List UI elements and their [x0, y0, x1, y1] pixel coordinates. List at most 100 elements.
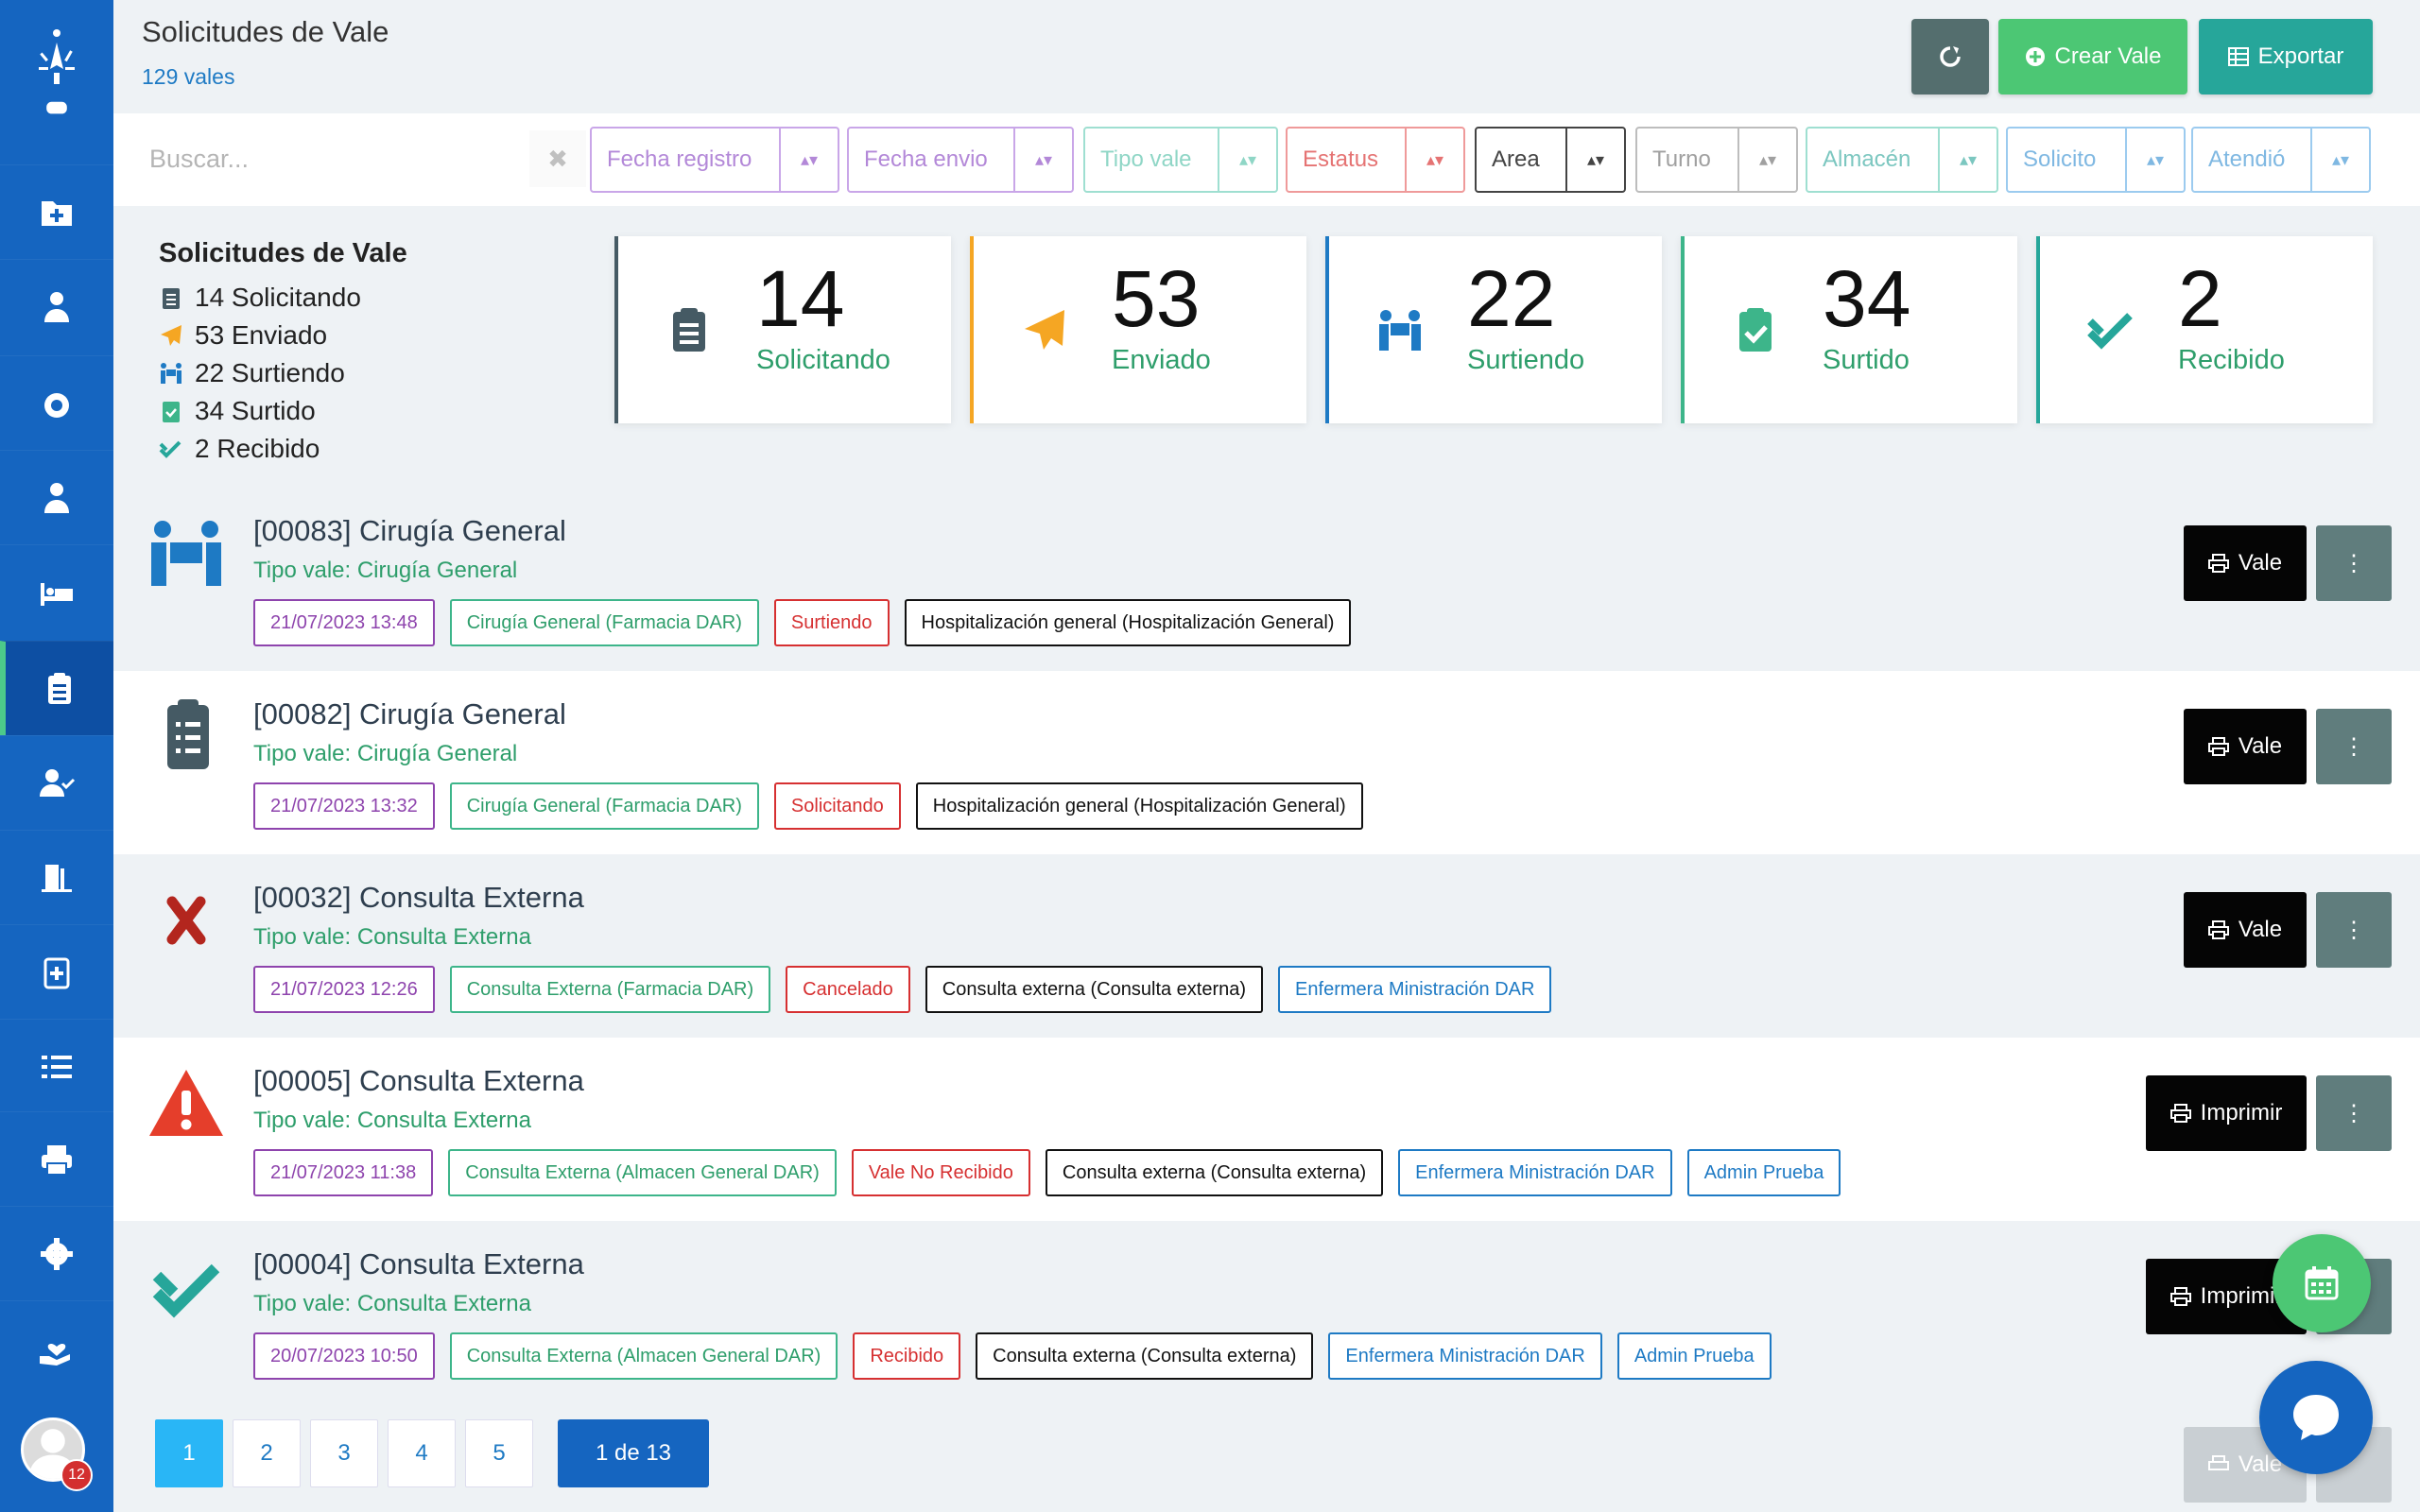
ellipsis-vertical-icon: ⋮ — [2342, 917, 2365, 943]
export-button[interactable]: Exportar — [2199, 19, 2373, 94]
filter-almacen[interactable]: Almacén ▴▾ — [1806, 127, 1998, 193]
clear-search-icon[interactable]: ✖ — [529, 130, 586, 187]
printer-icon — [2207, 920, 2229, 939]
sidebar-item-nurse[interactable] — [0, 450, 113, 544]
request-type: Tipo vale: Cirugía General — [253, 558, 518, 583]
date-tag: 21/07/2023 13:32 — [253, 782, 435, 830]
people-carry-icon — [151, 521, 221, 586]
stat-label: Surtiendo — [1467, 345, 1585, 375]
request-type: Tipo vale: Cirugía General — [253, 741, 518, 766]
sidebar-item-medkit[interactable] — [0, 924, 113, 1019]
sidebar-item-requests[interactable] — [0, 641, 113, 735]
search-input[interactable]: Buscar... — [149, 130, 518, 187]
print-vale-button[interactable]: Vale — [2184, 525, 2307, 601]
page-button-1[interactable]: 1 — [155, 1419, 223, 1487]
filter-turno[interactable]: Turno ▴▾ — [1635, 127, 1798, 193]
create-vale-button[interactable]: Crear Vale — [1998, 19, 2187, 94]
print-vale-button[interactable]: Vale — [2184, 709, 2307, 784]
stat-card-surtido[interactable]: 34 Surtido — [1681, 236, 2017, 423]
filter-label: Turno — [1652, 146, 1711, 172]
sidebar-item-add-folder[interactable] — [0, 164, 113, 259]
more-options-button[interactable]: ⋮ — [2316, 892, 2392, 968]
sidebar: 12 — [0, 0, 113, 1512]
door-open-icon — [42, 864, 72, 892]
request-row[interactable]: [00032] Consulta Externa Tipo vale: Cons… — [113, 854, 2420, 1038]
page-indicator[interactable]: 1 de 13 — [558, 1419, 709, 1487]
sidebar-item-care[interactable] — [0, 1300, 113, 1395]
bed-icon — [41, 582, 73, 606]
sidebar-item-partial[interactable] — [0, 94, 113, 123]
summary-item-recibido: 2 Recibido — [159, 430, 407, 468]
printer-icon — [2169, 1287, 2191, 1306]
sidebar-item-settings[interactable] — [0, 1206, 113, 1300]
request-type: Tipo vale: Consulta Externa — [253, 1108, 531, 1133]
clipboard-check-icon — [163, 402, 180, 422]
filter-tipo-vale[interactable]: Tipo vale ▴▾ — [1083, 127, 1278, 193]
stat-value: 2 — [2178, 254, 2222, 343]
summary-item-label: 53 Enviado — [195, 320, 328, 350]
status-tag: Vale No Recibido — [851, 1149, 1030, 1196]
request-title[interactable]: [00004] Consulta Externa — [253, 1247, 584, 1281]
area-tag: Consulta externa (Consulta externa) — [925, 966, 1264, 1013]
filter-solicito[interactable]: Solicito ▴▾ — [2006, 127, 2186, 193]
request-title[interactable]: [00082] Cirugía General — [253, 697, 566, 731]
more-options-button[interactable]: ⋮ — [2316, 1075, 2392, 1151]
filter-fecha-envio[interactable]: Fecha envio ▴▾ — [847, 127, 1074, 193]
sidebar-item-doctor[interactable] — [0, 259, 113, 353]
stat-card-recibido[interactable]: 2 Recibido — [2036, 236, 2373, 423]
request-title[interactable]: [00083] Cirugía General — [253, 514, 566, 548]
page-button-3[interactable]: 3 — [310, 1419, 378, 1487]
print-button[interactable]: Imprimir — [2146, 1075, 2307, 1151]
page-button-2[interactable]: 2 — [233, 1419, 301, 1487]
sidebar-item-door[interactable] — [0, 830, 113, 924]
more-options-button[interactable]: ⋮ — [2316, 709, 2392, 784]
more-options-button[interactable]: ⋮ — [2316, 525, 2392, 601]
filter-area[interactable]: Area ▴▾ — [1475, 127, 1626, 193]
calendar-fab[interactable] — [2273, 1234, 2371, 1332]
page-button-5[interactable]: 5 — [465, 1419, 533, 1487]
ellipsis-vertical-icon: ⋮ — [2342, 550, 2365, 576]
total-count-link[interactable]: 129 vales — [142, 64, 234, 90]
request-title[interactable]: [00005] Consulta Externa — [253, 1064, 584, 1098]
stat-card-enviado[interactable]: 53 Enviado — [970, 236, 1306, 423]
page-button-4[interactable]: 4 — [388, 1419, 456, 1487]
print-label: Imprimir — [2200, 1283, 2283, 1309]
stat-card-solicitando[interactable]: 14 Solicitando — [614, 236, 951, 423]
warning-triangle-icon — [149, 1070, 223, 1136]
filter-fecha-registro[interactable]: Fecha registro ▴▾ — [590, 127, 839, 193]
printer-icon — [2169, 1104, 2191, 1123]
summary-item-surtiendo: 22 Surtiendo — [159, 354, 407, 392]
tasks-list-icon — [42, 1055, 72, 1078]
summary-item-solicitando: 14 Solicitando — [159, 279, 407, 317]
sidebar-item-stethoscope[interactable] — [0, 355, 113, 450]
sidebar-item-user-check[interactable] — [0, 735, 113, 830]
refresh-button[interactable] — [1911, 19, 1989, 94]
double-check-icon — [152, 1263, 220, 1318]
filter-bar: Buscar... ✖ Fecha registro ▴▾ Fecha envi… — [113, 113, 2420, 206]
filter-label: Almacén — [1823, 146, 1911, 172]
request-row[interactable]: [00083] Cirugía General Tipo vale: Cirug… — [113, 488, 2420, 671]
chat-fab[interactable] — [2259, 1361, 2373, 1474]
user-doctor-icon — [44, 291, 69, 322]
chat-bubble-icon — [2293, 1395, 2339, 1440]
sidebar-item-bed[interactable] — [0, 544, 113, 639]
filter-estatus[interactable]: Estatus ▴▾ — [1286, 127, 1465, 193]
stat-label: Solicitando — [756, 345, 890, 375]
request-row[interactable]: [00004] Consulta Externa Tipo vale: Cons… — [113, 1221, 2420, 1404]
attendant-tag: Admin Prueba — [1616, 1332, 1772, 1380]
warehouse-tag: Consulta Externa (Almacen General DAR) — [449, 1332, 838, 1380]
sidebar-item-print[interactable] — [0, 1111, 113, 1206]
filter-label: Solicito — [2023, 146, 2097, 172]
filter-atendio[interactable]: Atendió ▴▾ — [2191, 127, 2371, 193]
request-row[interactable]: [00082] Cirugía General Tipo vale: Cirug… — [113, 671, 2420, 854]
date-tag: 20/07/2023 10:50 — [253, 1332, 435, 1380]
date-tag: 21/07/2023 12:26 — [253, 966, 435, 1013]
summary-panel: Solicitudes de Vale 14 Solicitando 53 En… — [159, 238, 407, 468]
hand-holding-heart-icon — [40, 1343, 70, 1366]
sidebar-item-tasks[interactable] — [0, 1019, 113, 1113]
request-title[interactable]: [00032] Consulta Externa — [253, 881, 584, 915]
sort-arrows-icon: ▴▾ — [1938, 129, 1996, 191]
stat-card-surtiendo[interactable]: 22 Surtiendo — [1325, 236, 1662, 423]
print-vale-button[interactable]: Vale — [2184, 892, 2307, 968]
request-row[interactable]: [00005] Consulta Externa Tipo vale: Cons… — [113, 1038, 2420, 1221]
